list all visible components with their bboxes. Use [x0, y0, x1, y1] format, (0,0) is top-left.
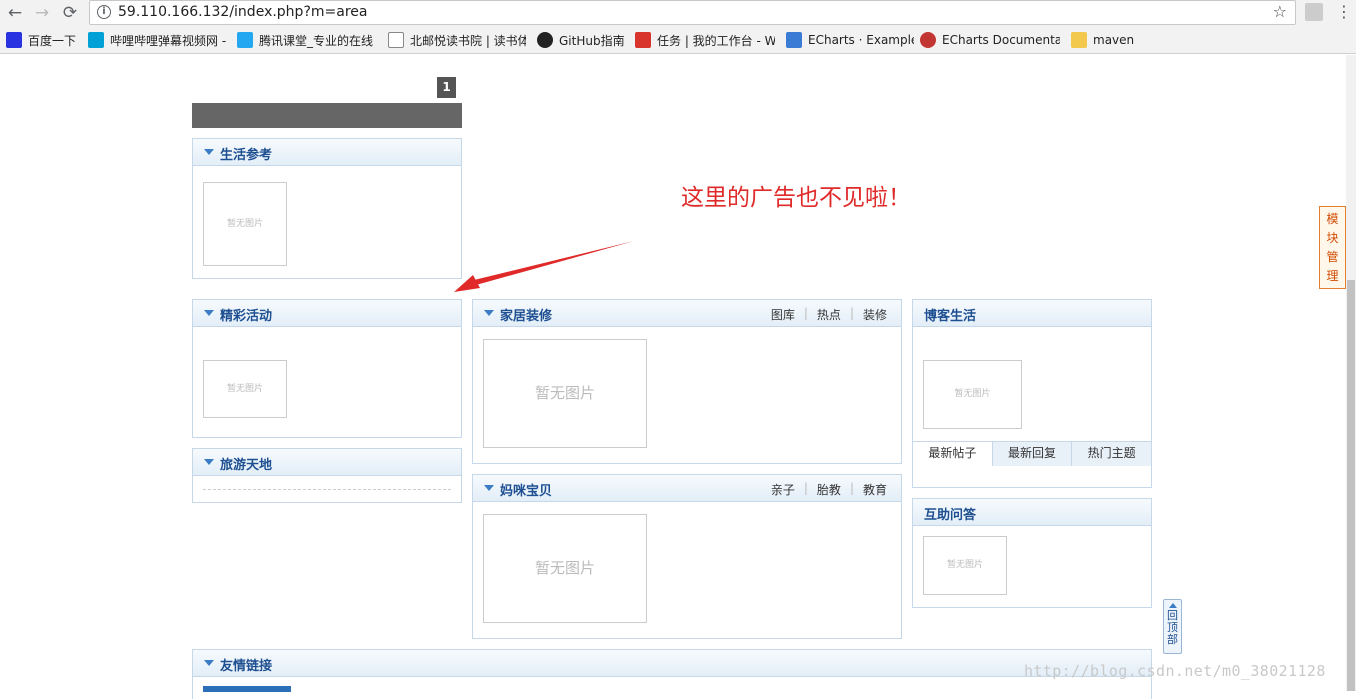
divider	[203, 489, 451, 490]
browser-toolbar: ← → ⟳ i 59.110.166.132/index.php?m=area …	[0, 0, 1356, 54]
empty-ad-bar	[192, 103, 462, 128]
panel-travel-header: 旅游天地	[193, 449, 461, 476]
blog-tabs: 最新帖子 最新回复 热门主题	[913, 441, 1152, 466]
panel-events-title[interactable]: 精彩活动	[220, 305, 272, 324]
panel-links-header: 友情链接	[193, 650, 1151, 677]
extension-icon[interactable]	[1305, 3, 1323, 21]
panel-home: 家居装修 图库 | 热点 | 装修 暂无图片	[472, 299, 902, 464]
module-manage-char: 模	[1326, 212, 1339, 226]
link-parenting[interactable]: 亲子	[771, 481, 795, 498]
module-manage-char: 管	[1326, 250, 1339, 264]
triangle-down-icon	[204, 459, 214, 465]
menu-icon[interactable]: ⋮	[1336, 3, 1352, 21]
bookmark-maven[interactable]: maven	[1071, 31, 1141, 49]
panel-travel: 旅游天地	[192, 448, 462, 503]
link-hot[interactable]: 热点	[817, 306, 841, 323]
panel-life-header: 生活参考	[193, 139, 461, 166]
tab-latest-posts[interactable]: 最新帖子	[913, 442, 992, 466]
tab-hot-topics[interactable]: 热门主题	[1071, 442, 1152, 466]
panel-life-title[interactable]: 生活参考	[220, 144, 272, 163]
bookmark-github[interactable]: GitHub指南	[537, 31, 629, 49]
panel-baby-links: 亲子 | 胎教 | 教育	[771, 481, 887, 498]
panel-friend-links: 友情链接	[192, 649, 1152, 699]
module-manage-char: 块	[1326, 231, 1339, 245]
bookmark-bilibili[interactable]: 哔哩哔哩弹幕视频网 -	[88, 31, 228, 49]
back-button[interactable]: ←	[4, 2, 26, 24]
no-image-placeholder: 暂无图片	[923, 536, 1007, 595]
panel-events-header: 精彩活动	[193, 300, 461, 327]
reload-button[interactable]: ⟳	[59, 2, 81, 24]
link-gallery[interactable]: 图库	[771, 306, 795, 323]
triangle-down-icon	[204, 149, 214, 155]
panel-life: 生活参考 暂无图片	[192, 138, 462, 279]
baidu-icon	[6, 32, 22, 48]
friend-link-logo[interactable]	[203, 686, 291, 692]
link-education[interactable]: 教育	[863, 481, 887, 498]
panel-events: 精彩活动 暂无图片	[192, 299, 462, 438]
address-bar[interactable]: i 59.110.166.132/index.php?m=area ☆	[89, 0, 1296, 25]
page-icon	[388, 32, 404, 48]
panel-baby: 妈咪宝贝 亲子 | 胎教 | 教育 暂无图片	[472, 474, 902, 639]
forward-button[interactable]: →	[31, 2, 53, 24]
arrow-up-icon	[1168, 603, 1177, 608]
panel-qa-header: 互助问答	[913, 499, 1151, 526]
echarts-icon	[786, 32, 802, 48]
separator: |	[803, 481, 808, 495]
tasks-icon	[635, 32, 651, 48]
module-manage-char: 理	[1326, 269, 1339, 283]
separator: |	[849, 306, 854, 320]
panel-baby-header: 妈咪宝贝 亲子 | 胎教 | 教育	[473, 475, 901, 502]
bookmarks-bar: 百度一下 哔哩哔哩弹幕视频网 - 腾讯课堂_专业的在线 北邮悦读书院 | 读书体…	[0, 29, 1356, 51]
no-image-placeholder: 暂无图片	[203, 360, 287, 418]
separator: |	[849, 481, 854, 495]
info-icon[interactable]: i	[97, 5, 111, 19]
link-decoration[interactable]: 装修	[863, 306, 887, 323]
panel-travel-title[interactable]: 旅游天地	[220, 454, 272, 473]
panel-home-links: 图库 | 热点 | 装修	[771, 306, 887, 323]
panel-qa-title[interactable]: 互助问答	[924, 504, 976, 523]
no-image-placeholder: 暂无图片	[203, 182, 287, 266]
panel-baby-title[interactable]: 妈咪宝贝	[500, 480, 552, 499]
triangle-down-icon	[204, 310, 214, 316]
bookmark-tasks[interactable]: 任务 | 我的工作台 - W	[635, 31, 775, 49]
scrollbar[interactable]	[1346, 55, 1356, 691]
no-image-placeholder: 暂无图片	[923, 360, 1022, 429]
back-to-top-button[interactable]: 回 顶 部	[1163, 599, 1182, 654]
triangle-down-icon	[484, 485, 494, 491]
url-text: 59.110.166.132/index.php?m=area	[118, 4, 368, 20]
panel-blog-header: 博客生活	[913, 300, 1151, 327]
no-image-placeholder: 暂无图片	[483, 339, 647, 448]
panel-qa: 互助问答 暂无图片	[912, 498, 1152, 608]
link-prenatal[interactable]: 胎教	[817, 481, 841, 498]
panel-blog: 博客生活 暂无图片 最新帖子 最新回复 热门主题	[912, 299, 1152, 488]
scrollbar-thumb[interactable]	[1347, 280, 1355, 691]
github-icon	[537, 32, 553, 48]
panel-home-title[interactable]: 家居装修	[500, 305, 552, 324]
watermark: http://blog.csdn.net/m0_38021128	[1024, 662, 1326, 680]
panel-links-title[interactable]: 友情链接	[220, 655, 272, 674]
tab-latest-replies[interactable]: 最新回复	[991, 442, 1072, 466]
separator: |	[803, 306, 808, 320]
page-number[interactable]: 1	[437, 77, 456, 98]
annotation-arrow-icon	[454, 241, 634, 292]
star-icon[interactable]: ☆	[1273, 2, 1287, 21]
bookmark-echarts-example[interactable]: ECharts · Example	[786, 31, 914, 49]
panel-blog-title[interactable]: 博客生活	[924, 305, 976, 324]
bookmark-baidu[interactable]: 百度一下	[6, 31, 82, 49]
back-to-top-char: 部	[1167, 633, 1178, 646]
no-image-placeholder: 暂无图片	[483, 514, 647, 623]
folder-icon	[1071, 32, 1087, 48]
tencent-class-icon	[237, 32, 253, 48]
bookmark-echarts-docs[interactable]: ECharts Documentat	[920, 31, 1060, 49]
triangle-down-icon	[204, 660, 214, 666]
panel-home-header: 家居装修 图库 | 热点 | 装修	[473, 300, 901, 327]
bookmark-tencent-class[interactable]: 腾讯课堂_专业的在线	[237, 31, 377, 49]
bilibili-icon	[88, 32, 104, 48]
echarts-docs-icon	[920, 32, 936, 48]
module-manage-button[interactable]: 模 块 管 理	[1319, 206, 1346, 289]
triangle-down-icon	[484, 310, 494, 316]
bookmark-bupt-reading[interactable]: 北邮悦读书院 | 读书体	[388, 31, 526, 49]
annotation-text: 这里的广告也不见啦！	[681, 185, 911, 211]
